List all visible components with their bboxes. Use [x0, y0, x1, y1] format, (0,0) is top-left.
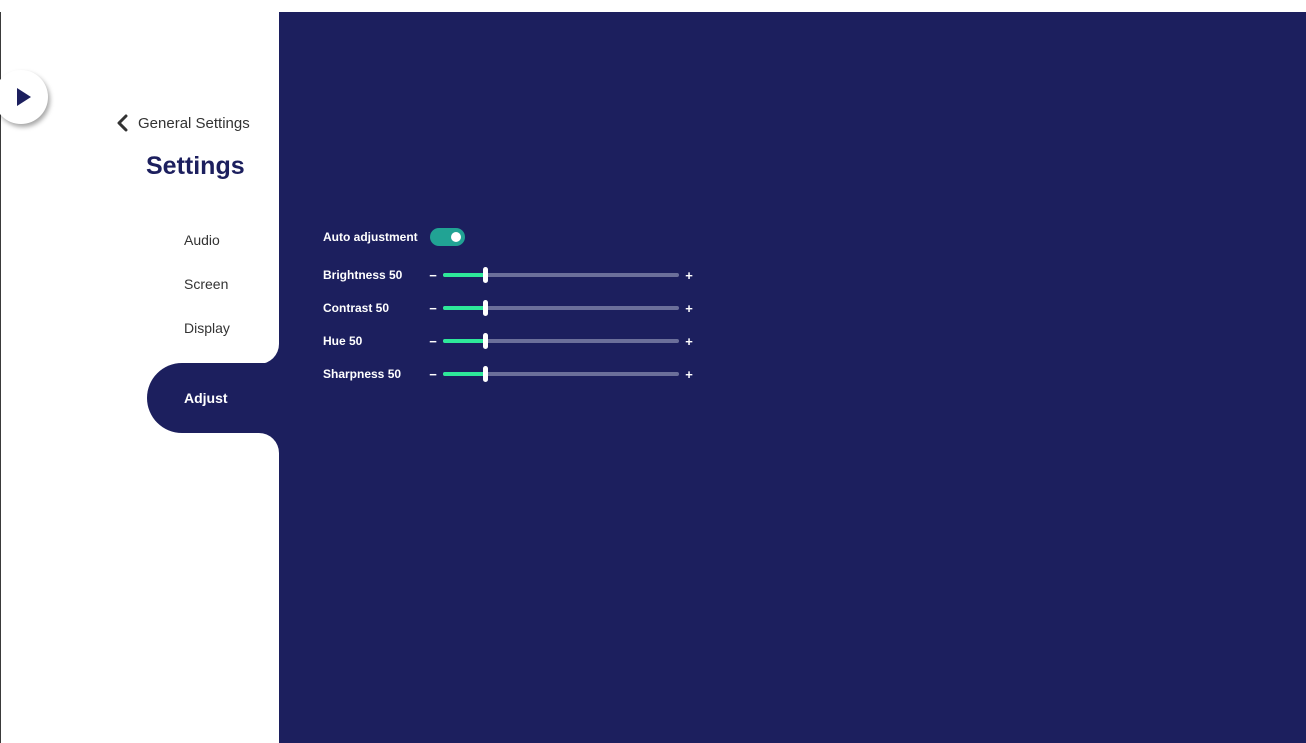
sharpness-label: Sharpness 50	[323, 367, 402, 381]
auto-adjustment-label: Auto adjustment	[323, 230, 418, 244]
contrast-label: Contrast 50	[323, 301, 390, 315]
contrast-slider[interactable]	[443, 300, 679, 316]
brightness-increase-button[interactable]: +	[681, 268, 697, 283]
back-label: General Settings	[138, 114, 250, 132]
nav-item-display[interactable]: Display	[184, 320, 230, 336]
sharpness-slider-fill	[443, 372, 486, 376]
hue-slider[interactable]	[443, 333, 679, 349]
contrast-row: Contrast 50 − +	[323, 300, 697, 316]
back-button[interactable]: General Settings	[116, 114, 250, 132]
contrast-increase-button[interactable]: +	[681, 301, 697, 316]
contrast-slider-handle[interactable]	[483, 300, 489, 316]
nav-item-audio[interactable]: Audio	[184, 232, 220, 248]
hue-label: Hue 50	[323, 334, 363, 348]
nav-item-adjust[interactable]: Adjust	[184, 390, 228, 406]
hue-decrease-button[interactable]: −	[425, 334, 441, 349]
sharpness-slider-handle[interactable]	[483, 366, 489, 382]
sharpness-increase-button[interactable]: +	[681, 367, 697, 382]
contrast-slider-fill	[443, 306, 486, 310]
sharpness-decrease-button[interactable]: −	[425, 367, 441, 382]
contrast-decrease-button[interactable]: −	[425, 301, 441, 316]
brightness-decrease-button[interactable]: −	[425, 268, 441, 283]
sharpness-row: Sharpness 50 − +	[323, 366, 697, 382]
tab-curve-bottom	[259, 433, 279, 453]
auto-adjustment-toggle[interactable]	[429, 228, 465, 246]
toggle-knob	[450, 232, 461, 242]
nav-item-screen[interactable]: Screen	[184, 276, 228, 292]
play-icon	[17, 88, 31, 106]
tab-curve-top	[259, 344, 279, 364]
brightness-slider-fill	[443, 273, 486, 277]
page-title: Settings	[146, 152, 245, 180]
hue-slider-handle[interactable]	[483, 333, 489, 349]
brightness-row: Brightness 50 − +	[323, 267, 697, 283]
hue-slider-fill	[443, 339, 486, 343]
chevron-left-icon	[117, 114, 128, 132]
sharpness-slider[interactable]	[443, 366, 679, 382]
brightness-label: Brightness 50	[323, 268, 403, 282]
brightness-slider-handle[interactable]	[483, 267, 489, 283]
auto-adjustment-row: Auto adjustment	[323, 228, 465, 246]
hue-increase-button[interactable]: +	[681, 334, 697, 349]
brightness-slider[interactable]	[443, 267, 679, 283]
hue-row: Hue 50 − +	[323, 333, 697, 349]
